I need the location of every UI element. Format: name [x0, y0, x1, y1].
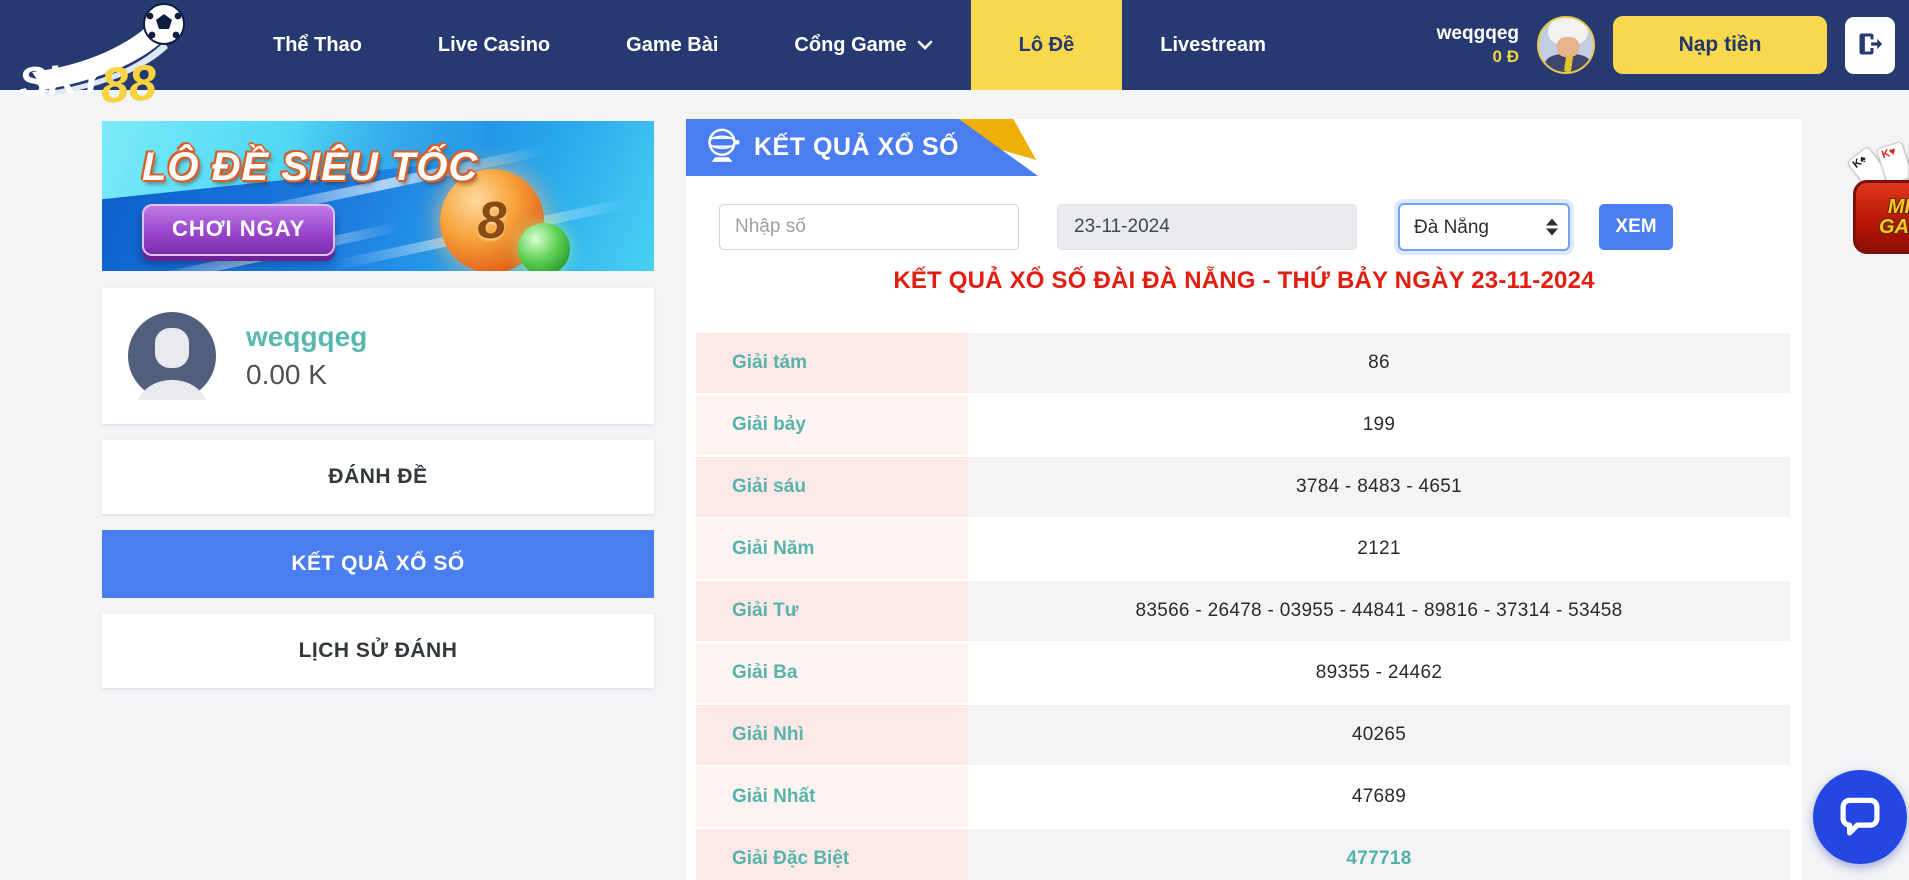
search-form: Đà Nẵng XEM: [719, 203, 1673, 251]
sky88-logo-icon: SKY 88: [17, 3, 185, 114]
nav-right: weqgqeg 0 Đ Nạp tiền: [1437, 0, 1909, 90]
prize-value: 47689: [968, 767, 1790, 829]
results-table: Giải tám 86 Giải bảy 199 Giải sáu 3784 -…: [696, 333, 1790, 880]
deposit-button[interactable]: Nạp tiền: [1613, 16, 1827, 74]
user-avatar[interactable]: [1537, 16, 1595, 74]
svg-text:88: 88: [99, 54, 159, 114]
logout-icon: [1856, 29, 1884, 62]
region-select[interactable]: Đà Nẵng: [1398, 203, 1570, 251]
result-title: KẾT QUẢ XỔ SỐ ĐÀI ĐÀ NẴNG - THỨ BẢY NGÀY…: [893, 267, 1595, 294]
result-row: Giải tám 86: [696, 333, 1790, 395]
svg-text:SKY: SKY: [17, 53, 110, 106]
result-row: Giải bảy 199: [696, 395, 1790, 457]
prize-label: Giải Năm: [696, 519, 968, 581]
prize-label: Giải bảy: [696, 395, 968, 457]
banner-title: LÔ ĐỀ SIÊU TỐC: [142, 145, 479, 189]
region-select-wrap: Đà Nẵng: [1398, 203, 1570, 251]
top-nav: SKY 88 Thể Thao Live Casino Game Bài Cổn…: [0, 0, 1909, 114]
prize-value: 83566 - 26478 - 03955 - 44841 - 89816 - …: [968, 581, 1790, 643]
banner-play-button[interactable]: CHƠI NGAY: [142, 204, 336, 256]
sidebar-item-ket-qua-xo-so[interactable]: KẾT QUẢ XỔ SỐ: [102, 530, 654, 598]
mini-game-widget[interactable]: K♠ K♥ K♣ K♥ MINIGAME: [1846, 136, 1909, 261]
result-row: Giải Nhất 47689: [696, 767, 1790, 829]
sidebar-item-danh-de[interactable]: ĐÁNH ĐỀ: [102, 440, 654, 514]
prize-label: Giải tám: [696, 333, 968, 395]
nav-username: weqgqeg: [1436, 22, 1519, 44]
nav-item-the-thao[interactable]: Thể Thao: [235, 0, 400, 90]
chevron-down-icon: [917, 40, 933, 50]
lottery-machine-icon: [704, 126, 740, 169]
result-row: Giải Năm 2121: [696, 519, 1790, 581]
chat-button[interactable]: [1813, 770, 1907, 864]
logout-button[interactable]: [1845, 16, 1895, 74]
prize-label: Giải Nhất: [696, 767, 968, 829]
sidebar-item-lich-su-danh[interactable]: LỊCH SỬ ĐÁNH: [102, 614, 654, 688]
nav-item-game-bai[interactable]: Game Bài: [588, 0, 756, 90]
lottery-ball-green-icon: [518, 223, 570, 271]
result-row: Giải Ba 89355 - 24462: [696, 643, 1790, 705]
prize-label: Giải Tư: [696, 581, 968, 643]
number-input[interactable]: [719, 204, 1019, 250]
panel-header-ribbon: KẾT QUẢ XỔ SỐ: [686, 119, 1038, 176]
result-row: Giải Đặc Biệt 477718: [696, 829, 1790, 880]
nav-menu: Thể Thao Live Casino Game Bài Cổng Game …: [235, 0, 1304, 90]
prize-label: Giải Nhì: [696, 705, 968, 767]
nav-item-livestream[interactable]: Livestream: [1122, 0, 1304, 90]
mini-game-badge: MINIGAME: [1853, 180, 1909, 254]
prize-value: 2121: [968, 519, 1790, 581]
chat-icon: [1834, 790, 1886, 845]
prize-value: 89355 - 24462: [968, 643, 1790, 705]
panel-title: KẾT QUẢ XỔ SỐ: [754, 133, 960, 161]
nav-balance: 0 Đ: [1492, 47, 1519, 67]
profile-avatar-icon: [128, 312, 216, 400]
prize-value: 199: [968, 395, 1790, 457]
prize-value: 477718: [968, 829, 1790, 880]
prize-label: Giải sáu: [696, 457, 968, 519]
nav-item-live-casino[interactable]: Live Casino: [400, 0, 588, 90]
nav-item-cong-game[interactable]: Cổng Game: [756, 0, 970, 90]
result-row: Giải sáu 3784 - 8483 - 4651: [696, 457, 1790, 519]
sidebar: 8 LÔ ĐỀ SIÊU TỐC CHƠI NGAY weqgqeg 0.00 …: [102, 121, 654, 688]
prize-label: Giải Đặc Biệt: [696, 829, 968, 880]
result-row: Giải Nhì 40265: [696, 705, 1790, 767]
profile-balance: 0.00 K: [246, 359, 327, 390]
sky88-logo[interactable]: SKY 88: [0, 0, 235, 114]
nav-item-lo-de[interactable]: Lô Đề: [970, 0, 1123, 90]
prize-value: 3784 - 8483 - 4651: [968, 457, 1790, 519]
date-field[interactable]: [1057, 204, 1357, 250]
profile-card: weqgqeg 0.00 K: [102, 288, 654, 424]
prize-label: Giải Ba: [696, 643, 968, 705]
promo-banner[interactable]: 8 LÔ ĐỀ SIÊU TỐC CHƠI NGAY: [102, 121, 654, 271]
prize-value: 86: [968, 333, 1790, 395]
view-button[interactable]: XEM: [1599, 204, 1673, 250]
prize-value: 40265: [968, 705, 1790, 767]
result-row: Giải Tư 83566 - 26478 - 03955 - 44841 - …: [696, 581, 1790, 643]
results-panel: KẾT QUẢ XỔ SỐ Đà Nẵng XEM KẾT QUẢ XỔ SỐ …: [686, 119, 1802, 880]
page: SKY 88 Thể Thao Live Casino Game Bài Cổn…: [0, 0, 1909, 880]
nav-user-info[interactable]: weqgqeg 0 Đ: [1437, 21, 1519, 70]
profile-name: weqgqeg: [246, 321, 368, 352]
